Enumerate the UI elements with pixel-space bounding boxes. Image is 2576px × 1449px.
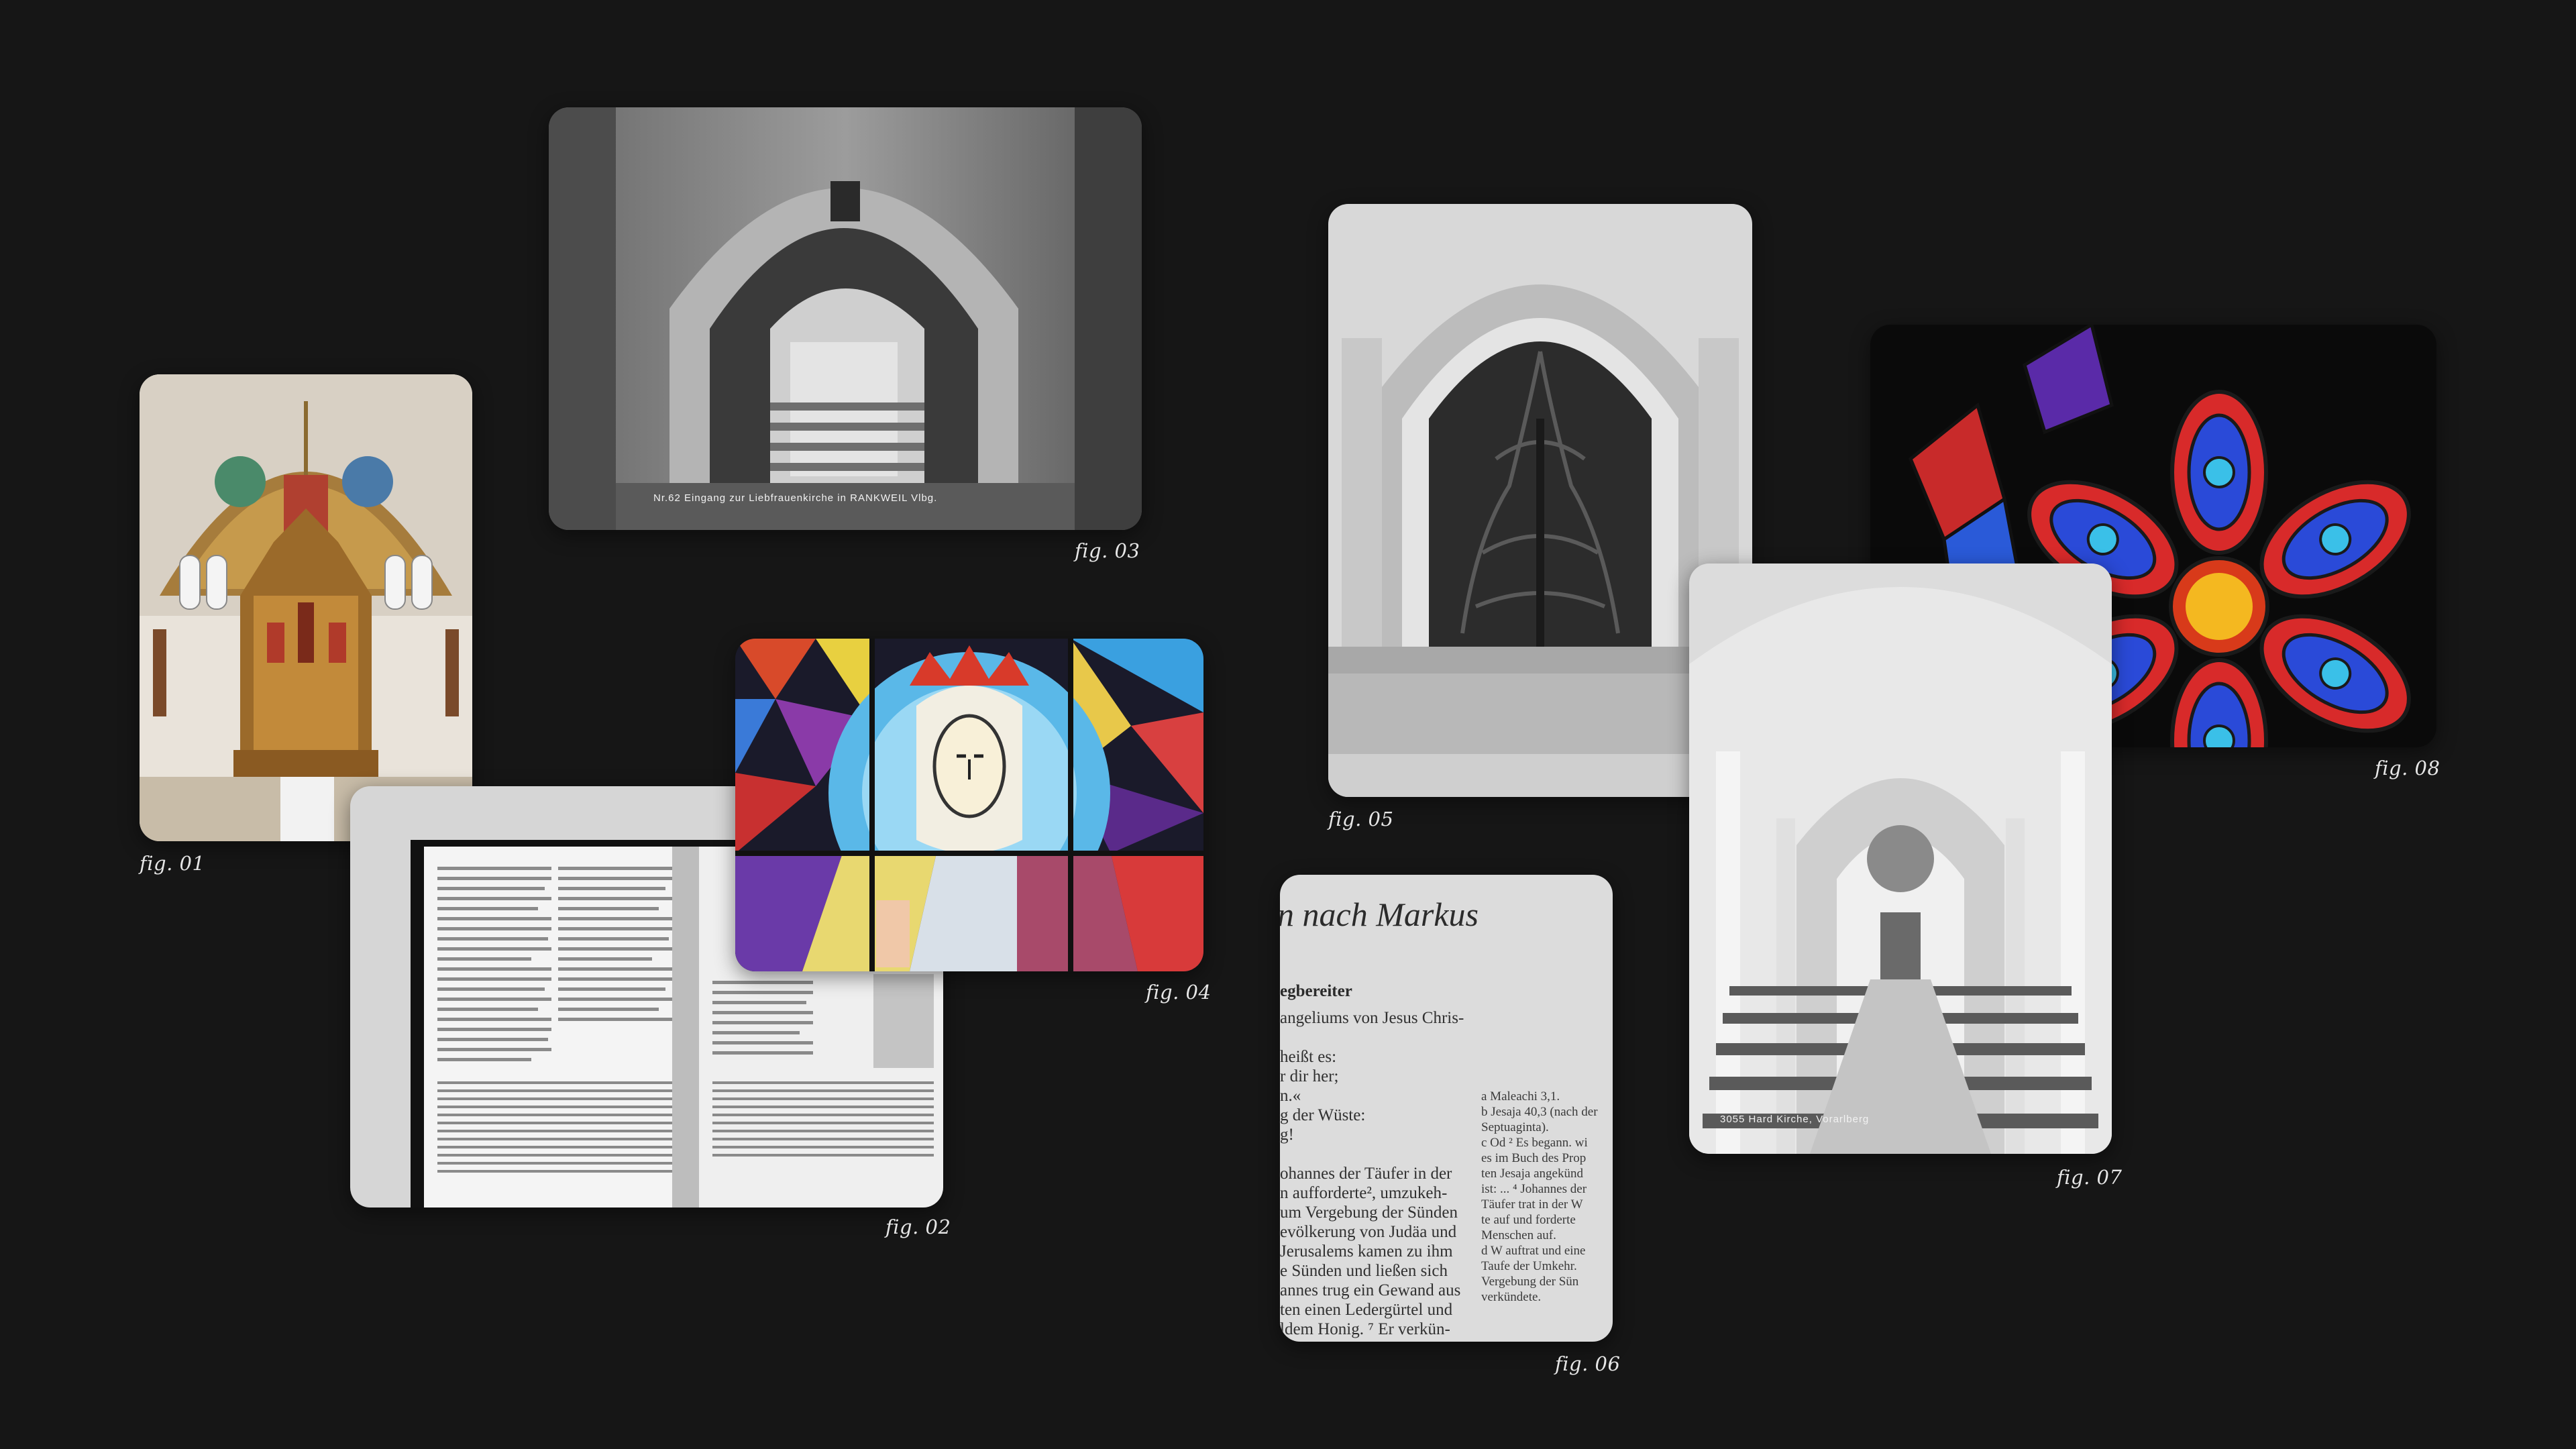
fig-06-line: n aufforderte², umzukeh-	[1280, 1184, 1448, 1202]
photo-fig-06[interactable]: n nach Markus egbereiter angeliums von J…	[1280, 875, 1613, 1342]
photo-fig-07[interactable]: 3055 Hard Kirche, Vorarlberg	[1689, 564, 2112, 1154]
photo-fig-04[interactable]	[735, 639, 1203, 971]
fig-03-overlay-text: Nr.62 Eingang zur Liebfrauenkirche in RA…	[653, 492, 938, 504]
fig-06-note: c Od ² Es begann. wi	[1481, 1136, 1588, 1150]
fig-06-note: es im Buch des Prop	[1481, 1151, 1587, 1165]
fig-06-line: ldem Honig. ⁷ Er verkün-	[1280, 1320, 1450, 1338]
caption-fig-01: fig. 01	[140, 852, 205, 875]
fig-06-note: te auf und forderte	[1481, 1213, 1576, 1227]
fig-06-note: Taufe der Umkehr.	[1481, 1259, 1577, 1273]
fig-06-note: Menschen auf.	[1481, 1228, 1556, 1242]
fig-06-note: Septuaginta).	[1481, 1120, 1549, 1134]
fig-06-line: g!	[1280, 1126, 1294, 1144]
fig-06-note: b Jesaja 40,3 (nach der	[1481, 1105, 1598, 1119]
caption-fig-07: fig. 07	[2057, 1166, 2123, 1189]
fig-06-line: n.«	[1280, 1087, 1301, 1105]
caption-fig-02: fig. 02	[885, 1216, 951, 1238]
fig-06-note: verkündete.	[1481, 1290, 1542, 1304]
fig-06-line: evölkerung von Judäa und	[1280, 1223, 1457, 1241]
fig-06-line: g der Wüste:	[1280, 1106, 1366, 1124]
photo-fig-01[interactable]	[140, 374, 472, 841]
fig-06-heading: n nach Markus	[1280, 896, 1479, 933]
fig-06-note: Vergebung der Sün	[1481, 1275, 1579, 1289]
fig-06-line: annes trug ein Gewand aus	[1280, 1281, 1461, 1299]
fig-06-subheading: egbereiter	[1280, 982, 1352, 1000]
caption-fig-05: fig. 05	[1328, 808, 1394, 830]
fig-06-note: d W auftrat und eine	[1481, 1244, 1586, 1258]
fig-06-note: a Maleachi 3,1.	[1481, 1089, 1560, 1104]
fig-06-line: heißt es:	[1280, 1048, 1337, 1066]
fig-06-line: r dir her;	[1280, 1067, 1339, 1085]
fig-06-line: Jerusalems kamen zu ihm	[1280, 1242, 1453, 1260]
fig-06-note: ist: ... ⁴ Johannes der	[1481, 1182, 1587, 1196]
fig-06-note: Täufer trat in der W	[1481, 1197, 1583, 1212]
caption-fig-03: fig. 03	[1075, 539, 1140, 562]
gallery-canvas: fig. 01 Nr.62 Eingang zur Liebfrauenkirc…	[0, 0, 2576, 1449]
caption-fig-04: fig. 04	[1146, 981, 1212, 1004]
fig-06-line: ten einen Ledergürtel und	[1280, 1301, 1453, 1319]
fig-06-line: angeliums von Jesus Chris-	[1280, 1009, 1464, 1027]
caption-fig-06: fig. 06	[1555, 1352, 1621, 1375]
fig-06-note: ten Jesaja angekünd	[1481, 1167, 1583, 1181]
fig-07-overlay-text: 3055 Hard Kirche, Vorarlberg	[1720, 1114, 1870, 1125]
fig-06-line: ohannes der Täufer in der	[1280, 1165, 1452, 1183]
caption-fig-08: fig. 08	[2375, 757, 2440, 780]
fig-06-line: e Sünden und ließen sich	[1280, 1262, 1448, 1280]
photo-fig-03[interactable]: Nr.62 Eingang zur Liebfrauenkirche in RA…	[549, 107, 1142, 530]
fig-06-line: um Vergebung der Sünden	[1280, 1203, 1458, 1222]
